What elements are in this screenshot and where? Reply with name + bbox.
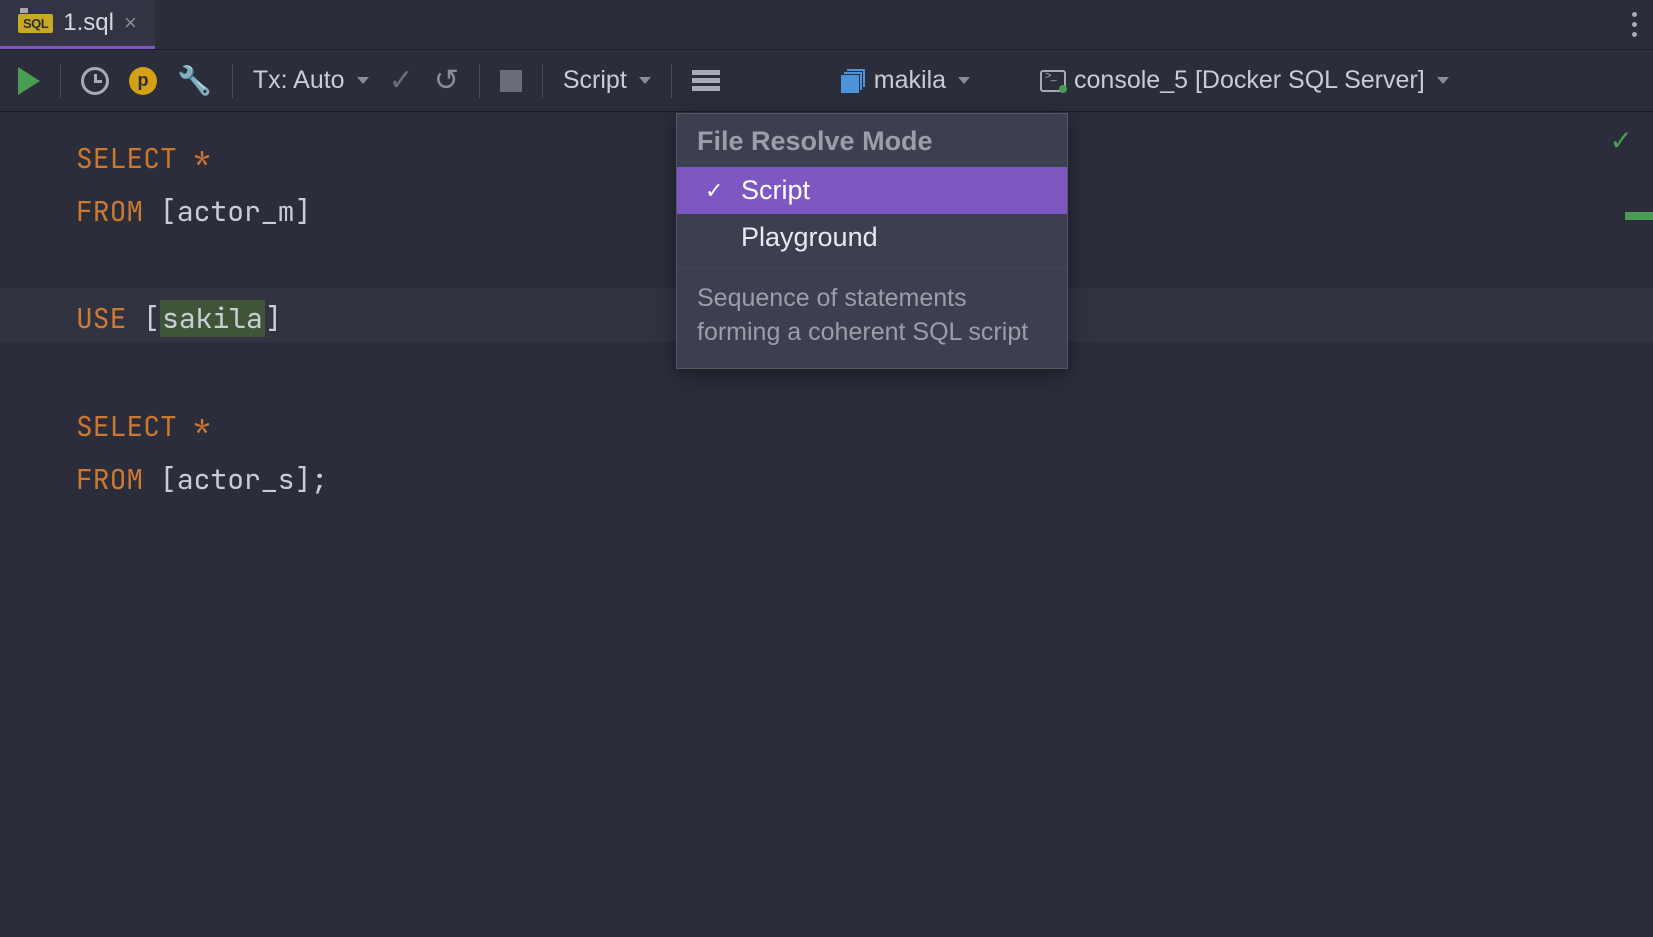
tab-bar: SQL 1.sql × — [0, 0, 1653, 50]
divider — [479, 64, 480, 98]
wrench-icon: 🔧 — [177, 64, 212, 97]
console-label: console_5 [Docker SQL Server] — [1074, 66, 1425, 95]
schema-selector[interactable]: makila — [840, 66, 970, 95]
tab-filename: 1.sql — [63, 9, 114, 37]
tx-mode-button[interactable]: Tx: Auto — [253, 66, 369, 95]
settings-button[interactable]: 🔧 — [177, 64, 212, 97]
undo-icon: ↻ — [434, 63, 459, 98]
divider — [542, 64, 543, 98]
sql-file-icon: SQL — [18, 14, 53, 33]
code-line: SELECT * — [76, 400, 1653, 453]
code-line: FROM [actor_s]; — [76, 453, 1653, 506]
kebab-menu-icon[interactable] — [1632, 12, 1637, 37]
run-button[interactable] — [18, 67, 40, 95]
file-tab[interactable]: SQL 1.sql × — [0, 0, 155, 49]
table-icon — [692, 70, 720, 91]
gutter-marker — [1625, 212, 1653, 220]
explain-plan-button[interactable] — [692, 70, 720, 91]
in-progress-button[interactable]: p — [129, 67, 157, 95]
check-icon: ✓ — [705, 178, 727, 204]
schema-label: makila — [874, 66, 946, 95]
stop-icon — [500, 70, 522, 92]
play-icon — [18, 67, 40, 95]
schema-icon — [840, 68, 866, 94]
stop-button[interactable] — [500, 70, 522, 92]
resolve-mode-button[interactable]: Script — [563, 66, 651, 95]
console-selector[interactable]: console_5 [Docker SQL Server] — [1040, 66, 1449, 95]
console-icon — [1040, 70, 1066, 92]
chevron-down-icon — [958, 77, 970, 84]
dropdown-description: Sequence of statements forming a coheren… — [677, 267, 1067, 368]
close-icon[interactable]: × — [124, 10, 137, 36]
resolve-mode-dropdown: File Resolve Mode ✓ Script Playground Se… — [676, 113, 1068, 369]
chevron-down-icon — [1437, 77, 1449, 84]
toolbar: p 🔧 Tx: Auto ✓ ↻ Script makila — [0, 50, 1653, 112]
p-badge-icon: p — [129, 67, 157, 95]
inspection-ok-icon[interactable]: ✓ — [1610, 124, 1633, 157]
dropdown-item-script[interactable]: ✓ Script — [677, 167, 1067, 214]
divider — [60, 64, 61, 98]
divider — [671, 64, 672, 98]
dropdown-header: File Resolve Mode — [677, 114, 1067, 167]
check-icon: ✓ — [389, 63, 414, 98]
history-button[interactable] — [81, 67, 109, 95]
tx-label: Tx: Auto — [253, 66, 345, 95]
rollback-button[interactable]: ↻ — [434, 63, 459, 98]
chevron-down-icon — [357, 77, 369, 84]
divider — [232, 64, 233, 98]
dropdown-item-label: Script — [741, 175, 810, 206]
dropdown-item-playground[interactable]: Playground — [677, 214, 1067, 261]
clock-icon — [81, 67, 109, 95]
commit-button[interactable]: ✓ — [389, 63, 414, 98]
dropdown-item-label: Playground — [741, 222, 878, 253]
chevron-down-icon — [639, 77, 651, 84]
script-label: Script — [563, 66, 627, 95]
